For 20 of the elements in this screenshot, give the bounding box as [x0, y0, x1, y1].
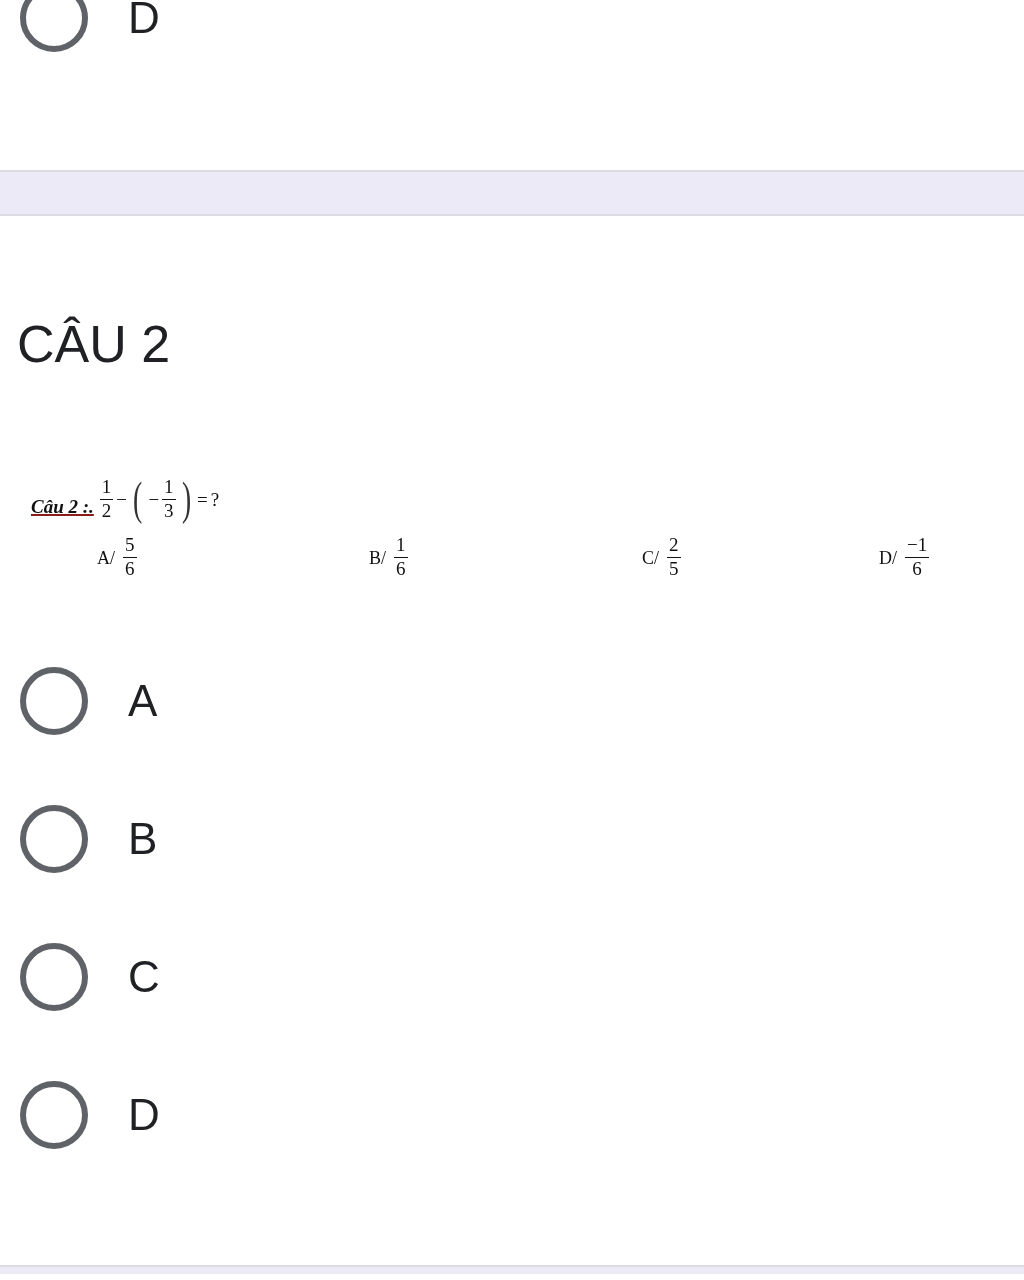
- option-label[interactable]: C: [128, 955, 160, 999]
- radio-button[interactable]: [20, 1081, 88, 1149]
- radio-button[interactable]: [20, 805, 88, 873]
- radio-button[interactable]: [20, 667, 88, 735]
- option-label[interactable]: B: [128, 817, 158, 861]
- fraction: −1 6: [905, 534, 930, 581]
- question-label: Câu 2 :.: [31, 495, 94, 520]
- fraction: 1 6: [394, 534, 408, 581]
- radio-button[interactable]: [20, 943, 88, 1011]
- radio-button[interactable]: [20, 0, 88, 52]
- choice-label: C/: [642, 548, 659, 567]
- option-label[interactable]: A: [128, 679, 158, 723]
- option-label[interactable]: D: [128, 1093, 160, 1137]
- fraction: 2 5: [667, 534, 681, 581]
- fraction: 5 6: [123, 534, 137, 581]
- question-title: CÂU 2: [17, 314, 172, 375]
- choice-label: B/: [369, 548, 386, 567]
- choice-label: D/: [879, 548, 897, 567]
- choice-label: A/: [97, 548, 115, 567]
- option-label[interactable]: D: [128, 0, 160, 40]
